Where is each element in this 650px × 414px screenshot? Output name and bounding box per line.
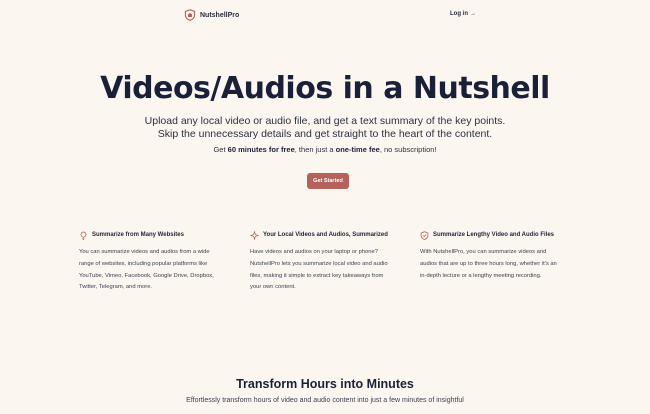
section-title: Transform Hours into Minutes — [236, 377, 414, 391]
feature-line: your own content. — [250, 284, 296, 291]
hero-subtitle-line2: Skip the unnecessary details and get str… — [157, 128, 493, 140]
pricing-free-minutes: 60 minutes for free — [227, 145, 295, 154]
top-nav: NutshellPro Log in → — [0, 8, 650, 24]
feature-line: YouTube, Vimeo, Facebook, Google Drive, … — [79, 272, 214, 279]
hero-subtitle-line1: Upload any local video or audio file, an… — [144, 115, 506, 127]
feature-many-websites: Summarize from Many Websites You can sum… — [79, 230, 239, 294]
feature-line: NutshellPro lets you summarize local vid… — [250, 260, 388, 267]
feature-line: Twitter, Telegram, and more. — [79, 284, 153, 291]
feature-line: With NutshellPro, you can summarize vide… — [420, 249, 547, 255]
bulb-icon — [80, 231, 87, 240]
feature-header: Summarize Lengthy Video and Audio Files — [420, 230, 580, 240]
feature-line: range of websites, including popular pla… — [79, 260, 208, 267]
shield-check-icon — [420, 230, 429, 240]
brand-link[interactable]: NutshellPro — [184, 9, 239, 21]
feature-line: files, making it simple to extract key t… — [250, 272, 384, 279]
pricing-post: , no subscription! — [379, 145, 437, 154]
pricing-note: Get 60 minutes for free, then just a one… — [0, 145, 650, 154]
get-started-button[interactable]: Get Started — [307, 173, 349, 189]
pricing-one-time-fee: one-time fee — [335, 145, 380, 154]
brand-name: NutshellPro — [200, 11, 240, 19]
feature-local-files: Your Local Videos and Audios, Summarized… — [250, 230, 410, 294]
feature-header: Your Local Videos and Audios, Summarized — [250, 230, 410, 240]
feature-description: Have videos and audios on your laptop or… — [250, 247, 410, 294]
feature-title: Summarize from Many Websites — [92, 232, 184, 238]
arrow-right-icon: → — [470, 11, 476, 17]
feature-line: Have videos and audios on your laptop or… — [250, 249, 378, 255]
feature-line: audios that are up to three hours long, … — [420, 260, 557, 267]
shield-logo-icon — [184, 9, 196, 21]
feature-title: Your Local Videos and Audios, Summarized — [263, 232, 388, 238]
feature-description: You can summarize videos and audios from… — [79, 247, 239, 294]
login-label: Log in — [450, 11, 468, 17]
feature-line: in-depth lecture or a lengthy meeting re… — [420, 272, 542, 279]
feature-lengthy-files: Summarize Lengthy Video and Audio Files … — [420, 230, 580, 282]
spark-icon — [250, 230, 259, 240]
login-link[interactable]: Log in → — [450, 11, 476, 17]
feature-description: With NutshellPro, you can summarize vide… — [420, 247, 580, 282]
feature-line: You can summarize videos and audios from… — [79, 249, 210, 255]
feature-title: Summarize Lengthy Video and Audio Files — [433, 232, 555, 238]
pricing-mid: , then just a — [294, 145, 336, 154]
feature-header: Summarize from Many Websites — [79, 230, 239, 240]
section-description: Effortlessly transform hours of video an… — [186, 397, 464, 404]
hero-title: Videos/Audios in a Nutshell — [100, 71, 550, 106]
pricing-pre: Get — [213, 145, 228, 154]
